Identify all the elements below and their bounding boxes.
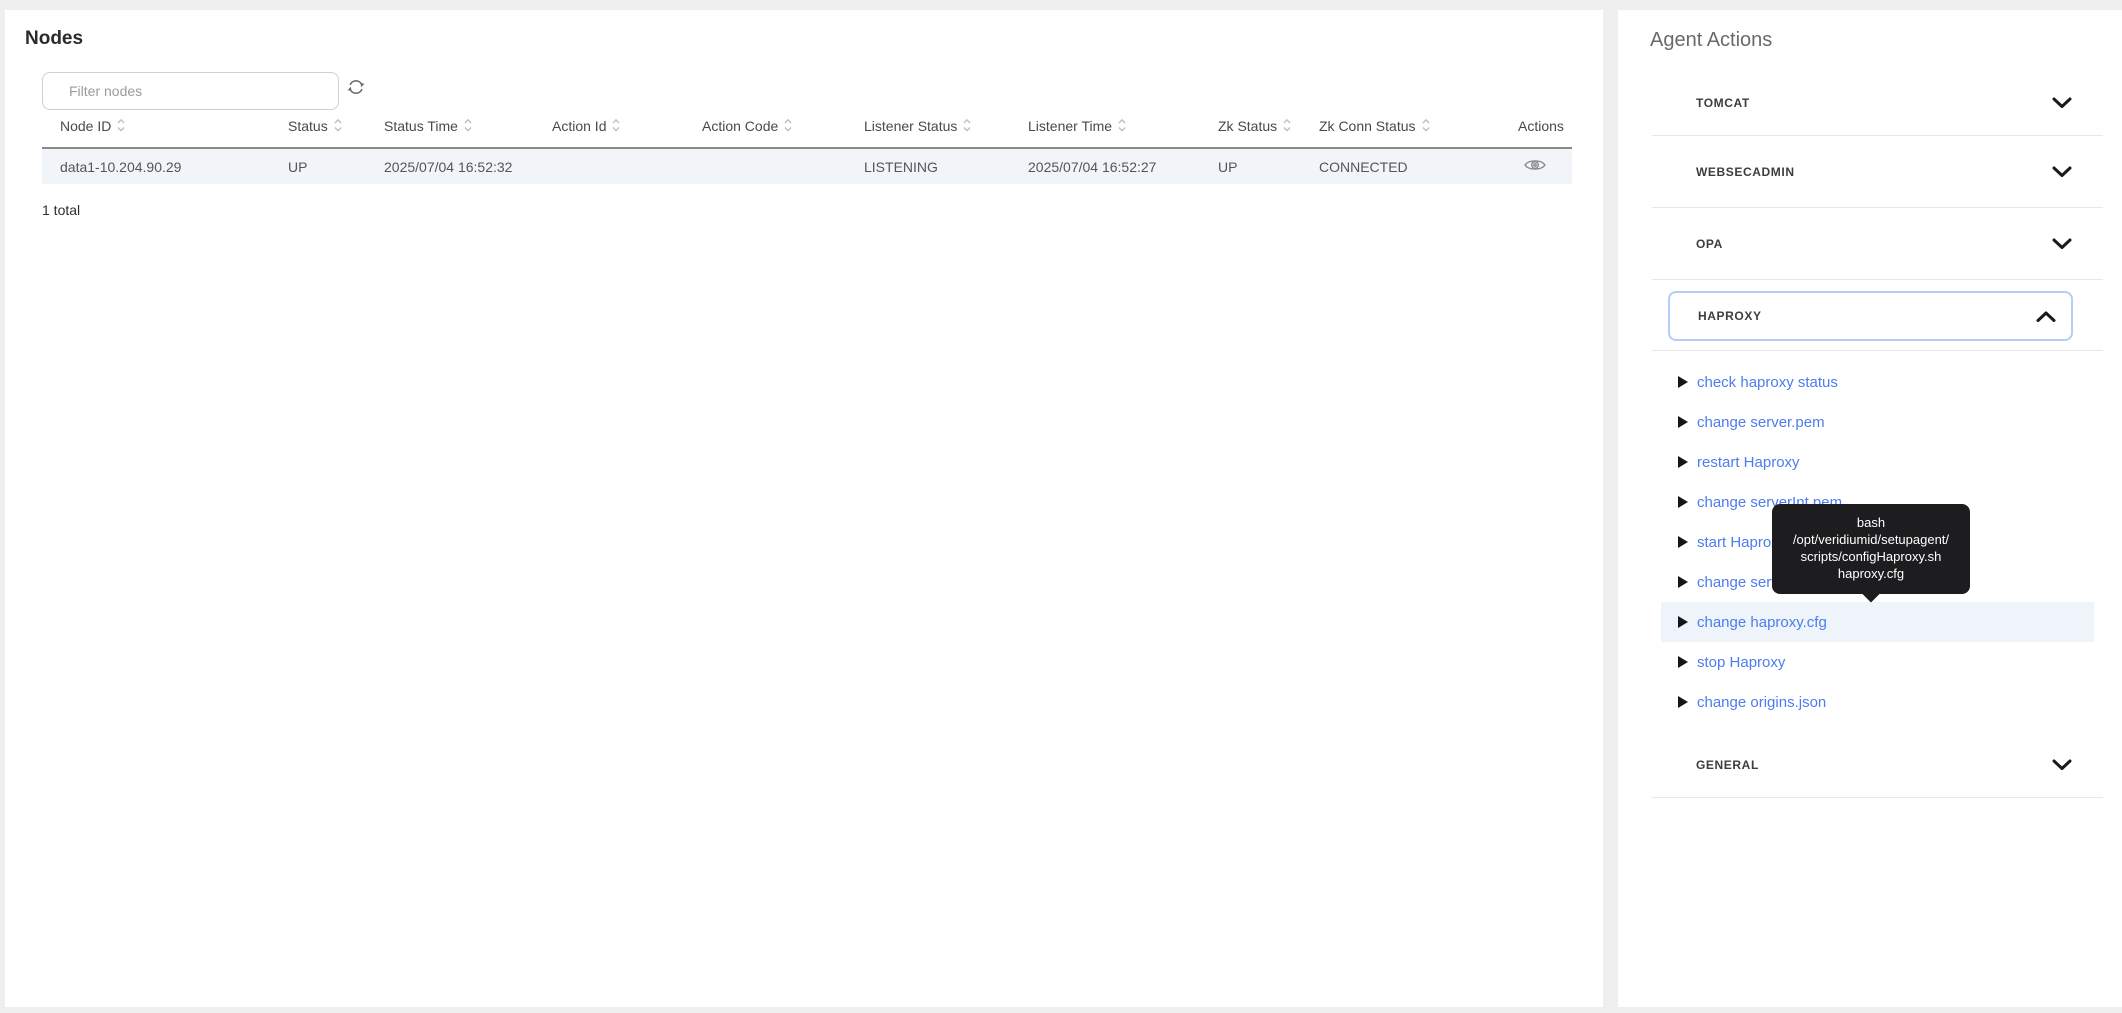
table-header-row: Node ID Status Status Time Action Id Act…: [42, 104, 1572, 149]
agent-actions-panel: Agent Actions TOMCAT WEBSECADMIN OPA HAP…: [1618, 10, 2122, 1007]
nodes-panel: Nodes Node ID Status Status Time Action …: [5, 10, 1603, 1007]
col-header-status[interactable]: Status: [270, 104, 366, 149]
sort-icon: [613, 118, 620, 132]
section-header-tomcat[interactable]: TOMCAT: [1652, 70, 2103, 136]
cell-node-id: data1-10.204.90.29: [60, 158, 182, 175]
section-header-haproxy[interactable]: HAPROXY: [1668, 291, 2073, 341]
sort-icon: [117, 118, 125, 132]
tooltip-line: /opt/veridiumid/setupagent/: [1792, 532, 1950, 547]
play-icon: [1678, 616, 1688, 628]
chevron-down-icon: [2052, 166, 2072, 177]
col-header-zk-status[interactable]: Zk Status: [1200, 104, 1301, 149]
play-icon: [1678, 576, 1688, 588]
col-header-action-id[interactable]: Action Id: [534, 104, 684, 149]
cell-actions: [1500, 148, 1572, 184]
sort-icon: [464, 118, 472, 132]
cell-status-time: 2025/07/04 16:52:32: [384, 158, 513, 175]
cell-listener-status: LISTENING: [864, 158, 938, 175]
cell-zk-status: UP: [1218, 158, 1238, 175]
table-row: data1-10.204.90.29 UP 2025/07/04 16:52:3…: [42, 148, 1572, 184]
play-icon: [1678, 536, 1688, 548]
tooltip-line: scripts/configHaproxy.sh: [1800, 549, 1942, 564]
chevron-up-icon: [2036, 311, 2056, 322]
nodes-table: Node ID Status Status Time Action Id Act…: [42, 104, 1572, 184]
play-icon: [1678, 376, 1688, 388]
col-header-actions: Actions: [1500, 104, 1572, 149]
divider: [1652, 350, 2103, 351]
view-node-button[interactable]: [1518, 157, 1546, 176]
action-stop-haproxy[interactable]: stop Haproxy: [1661, 642, 2094, 682]
section-header-websecadmin[interactable]: WEBSECADMIN: [1652, 136, 2103, 208]
action-change-server-pem[interactable]: change server.pem: [1661, 402, 2094, 442]
col-header-action-code[interactable]: Action Code: [684, 104, 846, 149]
refresh-button[interactable]: [342, 73, 370, 101]
col-header-node-id[interactable]: Node ID: [42, 104, 270, 149]
tooltip-line: bash: [1856, 515, 1886, 530]
chevron-down-icon: [2052, 238, 2072, 249]
cell-action-code: [684, 148, 846, 184]
chevron-down-icon: [2052, 759, 2072, 770]
col-header-status-time[interactable]: Status Time: [366, 104, 534, 149]
play-icon: [1678, 696, 1688, 708]
sort-icon: [334, 118, 342, 132]
cell-action-id: [534, 148, 684, 184]
sort-icon: [1118, 118, 1126, 132]
action-change-haproxy-cfg[interactable]: change haproxy.cfg: [1661, 602, 2094, 642]
action-check-haproxy-status[interactable]: check haproxy status: [1661, 362, 2094, 402]
section-header-general[interactable]: GENERAL: [1652, 732, 2103, 798]
chevron-down-icon: [2052, 97, 2072, 108]
col-header-listener-status[interactable]: Listener Status: [846, 104, 1010, 149]
sort-icon: [963, 118, 971, 132]
play-icon: [1678, 496, 1688, 508]
cell-zk-conn-status: CONNECTED: [1319, 158, 1408, 175]
cell-listener-time: 2025/07/04 16:52:27: [1028, 158, 1157, 175]
play-icon: [1678, 656, 1688, 668]
page-title: Nodes: [25, 28, 84, 49]
action-change-origins-json[interactable]: change origins.json: [1661, 682, 2094, 722]
sort-icon: [784, 118, 792, 132]
col-header-zk-conn-status[interactable]: Zk Conn Status: [1301, 104, 1500, 149]
col-header-listener-time[interactable]: Listener Time: [1010, 104, 1200, 149]
eye-icon: [1524, 160, 1546, 170]
section-header-opa[interactable]: OPA: [1652, 208, 2103, 280]
action-restart-haproxy[interactable]: restart Haproxy: [1661, 442, 2094, 482]
tooltip-line: haproxy.cfg: [1837, 566, 1905, 581]
total-count: 1 total: [42, 202, 81, 218]
play-icon: [1678, 416, 1688, 428]
play-icon: [1678, 456, 1688, 468]
refresh-icon: [347, 80, 365, 94]
agent-actions-title: Agent Actions: [1650, 29, 1773, 51]
command-tooltip: bash /opt/veridiumid/setupagent/ scripts…: [1772, 504, 1970, 594]
sort-icon: [1422, 118, 1429, 132]
sort-icon: [1283, 118, 1291, 132]
cell-status: UP: [288, 158, 308, 175]
